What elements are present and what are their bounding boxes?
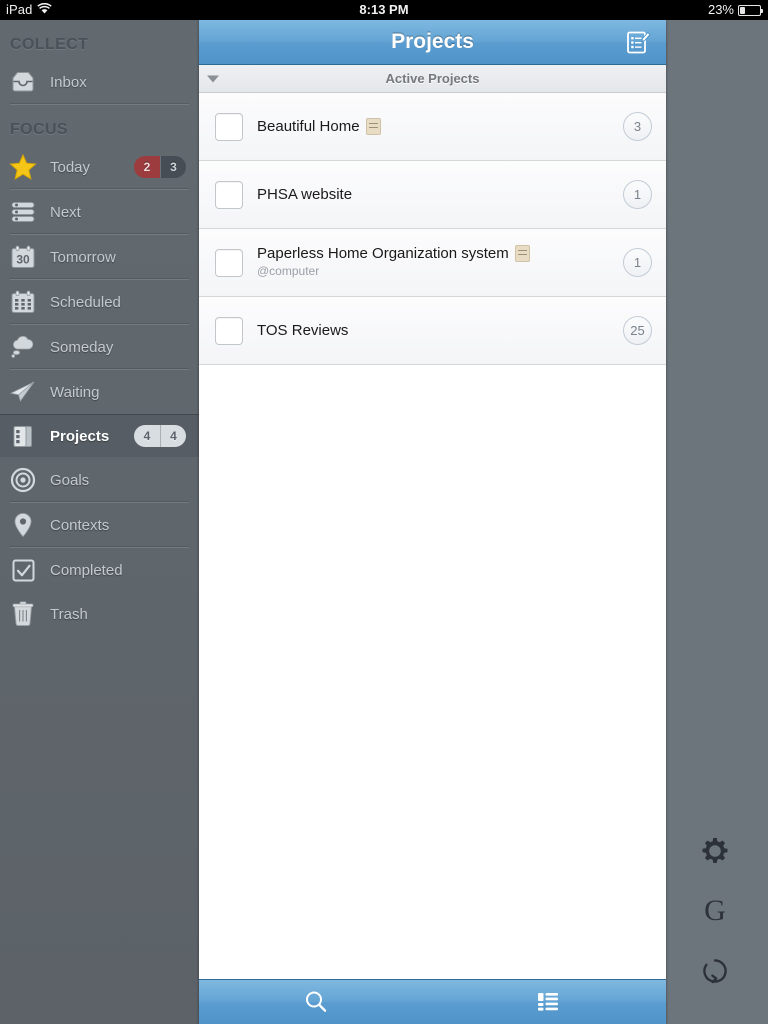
- sidebar-item-label: Projects: [50, 427, 110, 445]
- sidebar-item-scheduled[interactable]: Scheduled: [0, 280, 199, 324]
- list-item-title-line: Beautiful Home: [257, 118, 615, 135]
- compose-note-icon[interactable]: [624, 28, 652, 56]
- list-item-title-line: Paperless Home Organization system: [257, 245, 615, 262]
- sidebar-item-someday[interactable]: Someday: [0, 325, 199, 369]
- status-bar: iPad 8:13 PM 23%: [0, 0, 768, 20]
- list-item-title-line: PHSA website: [257, 186, 615, 203]
- search-icon[interactable]: [299, 987, 333, 1017]
- section-title: Active Projects: [385, 71, 480, 86]
- sync-refresh-icon[interactable]: [698, 954, 732, 988]
- projects-list: Beautiful Home 3 PHSA website 1 Paperles…: [199, 93, 666, 365]
- sidebar-group-header-focus: FOCUS: [10, 121, 68, 138]
- bottom-toolbar: [199, 979, 666, 1024]
- triangle-down-icon[interactable]: [207, 75, 219, 82]
- sidebar-item-label: Scheduled: [50, 293, 121, 311]
- page-title: Projects: [391, 30, 474, 53]
- list-item-texts: PHSA website: [257, 186, 615, 203]
- sidebar: COLLECT Inbox FOCUS Today 2 3 Next 30 To…: [0, 20, 199, 1024]
- list-item[interactable]: Beautiful Home 3: [199, 93, 666, 161]
- status-bar-right: 23%: [707, 0, 763, 20]
- checkbox-checked-icon: [8, 555, 38, 585]
- task-count-badge: 1: [623, 248, 652, 277]
- list-item[interactable]: Paperless Home Organization system @comp…: [199, 229, 666, 297]
- project-title: PHSA website: [257, 186, 353, 203]
- sidebar-item-completed[interactable]: Completed: [0, 548, 199, 592]
- status-badge: 2 3: [134, 156, 186, 178]
- section-header-active-projects[interactable]: Active Projects: [199, 65, 666, 93]
- list-item-title-line: TOS Reviews: [257, 322, 615, 339]
- battery-percent: 23%: [707, 2, 734, 17]
- task-count-badge: 25: [623, 316, 652, 345]
- main-panel: Projects Active Projects Beautiful Home …: [199, 20, 666, 1024]
- badge-count-total: 3: [160, 156, 186, 178]
- project-checkbox[interactable]: [215, 248, 243, 277]
- sidebar-item-label: Someday: [50, 338, 114, 356]
- group-list-icon[interactable]: [531, 987, 565, 1017]
- sidebar-item-inbox[interactable]: Inbox: [0, 60, 199, 104]
- trash-icon: [8, 599, 38, 629]
- sidebar-item-goals[interactable]: Goals: [0, 458, 199, 502]
- project-title: Beautiful Home: [257, 118, 360, 135]
- sidebar-item-tomorrow[interactable]: 30 Tomorrow: [0, 235, 199, 279]
- list-item-texts: TOS Reviews: [257, 322, 615, 339]
- sidebar-item-label: Goals: [50, 471, 90, 489]
- google-g-button[interactable]: G: [698, 894, 732, 928]
- sidebar-item-label: Trash: [50, 605, 88, 623]
- sidebar-item-label: Inbox: [50, 73, 87, 91]
- task-count-badge: 1: [623, 180, 652, 209]
- inbox-tray-icon: [8, 67, 38, 97]
- badge-count-active: 4: [134, 425, 160, 447]
- paper-plane-icon: [8, 377, 38, 407]
- battery-icon: [738, 4, 763, 16]
- target-icon: [8, 465, 38, 495]
- sidebar-item-label: Completed: [50, 561, 123, 579]
- right-rail: G: [666, 20, 768, 1024]
- sidebar-item-label: Tomorrow: [50, 248, 116, 266]
- sidebar-item-waiting[interactable]: Waiting: [0, 370, 199, 414]
- ipad-screen: iPad 8:13 PM 23% COLLECT Inbox FOCUS Tod…: [0, 0, 768, 1024]
- sidebar-item-contexts[interactable]: Contexts: [0, 503, 199, 547]
- note-attachment-icon: [514, 245, 530, 262]
- projects-binder-icon: [8, 421, 38, 451]
- project-checkbox[interactable]: [215, 316, 243, 345]
- star-icon: [8, 152, 38, 182]
- badge-count-total: 4: [160, 425, 186, 447]
- list-item-texts: Beautiful Home: [257, 118, 615, 135]
- project-title: Paperless Home Organization system: [257, 245, 509, 262]
- calendar-grid-icon: [8, 287, 38, 317]
- badge-count-due: 2: [134, 156, 160, 178]
- sidebar-item-label: Next: [50, 203, 81, 221]
- list-item[interactable]: PHSA website 1: [199, 161, 666, 229]
- sidebar-item-label: Contexts: [50, 516, 110, 534]
- task-count-badge: 3: [623, 112, 652, 141]
- note-attachment-icon: [365, 118, 381, 135]
- sidebar-item-trash[interactable]: Trash: [0, 592, 199, 636]
- g-letter-label: G: [704, 894, 726, 927]
- sidebar-item-next[interactable]: Next: [0, 190, 199, 234]
- thought-cloud-icon: [8, 332, 38, 362]
- map-pin-icon: [8, 510, 38, 540]
- list-item[interactable]: TOS Reviews 25: [199, 297, 666, 365]
- project-checkbox[interactable]: [215, 180, 243, 209]
- sidebar-item-label: Waiting: [50, 383, 100, 401]
- sidebar-item-projects[interactable]: Projects 4 4: [0, 414, 199, 458]
- sidebar-item-label: Today: [50, 158, 91, 176]
- list-item-texts: Paperless Home Organization system @comp…: [257, 245, 615, 280]
- status-bar-clock: 8:13 PM: [359, 2, 409, 17]
- project-title: TOS Reviews: [257, 322, 349, 339]
- project-context: @computer: [257, 264, 320, 278]
- svg-text:30: 30: [16, 252, 30, 266]
- gear-icon[interactable]: [698, 834, 732, 868]
- status-badge: 4 4: [134, 425, 186, 447]
- project-checkbox[interactable]: [215, 112, 243, 141]
- calendar-30-icon: 30: [8, 242, 38, 272]
- navigation-bar: Projects: [199, 20, 666, 65]
- sidebar-group-header-collect: COLLECT: [10, 36, 89, 53]
- list-stack-icon: [8, 197, 38, 227]
- sidebar-item-today[interactable]: Today 2 3: [0, 145, 199, 189]
